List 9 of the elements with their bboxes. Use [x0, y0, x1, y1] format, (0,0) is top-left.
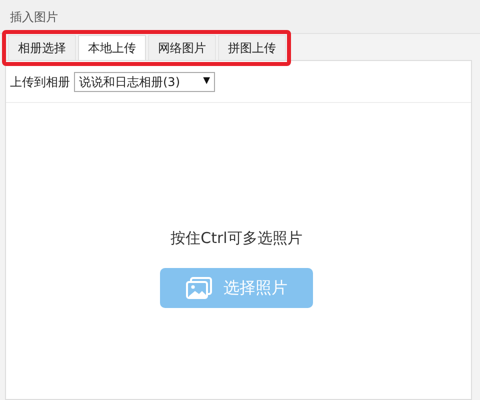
- album-label: 上传到相册: [10, 74, 70, 90]
- picture-icon: [186, 276, 212, 298]
- tab[interactable]: 拼图上传: [218, 35, 286, 60]
- hint-text: 按住Ctrl可多选照片: [170, 228, 302, 249]
- window-title: 插入图片: [10, 8, 58, 26]
- tab[interactable]: 本地上传: [78, 35, 146, 60]
- tab[interactable]: 网络图片: [148, 35, 216, 60]
- album-select[interactable]: 说说和日志相册(3) ▼: [74, 72, 215, 92]
- tab[interactable]: 相册选择: [8, 35, 76, 60]
